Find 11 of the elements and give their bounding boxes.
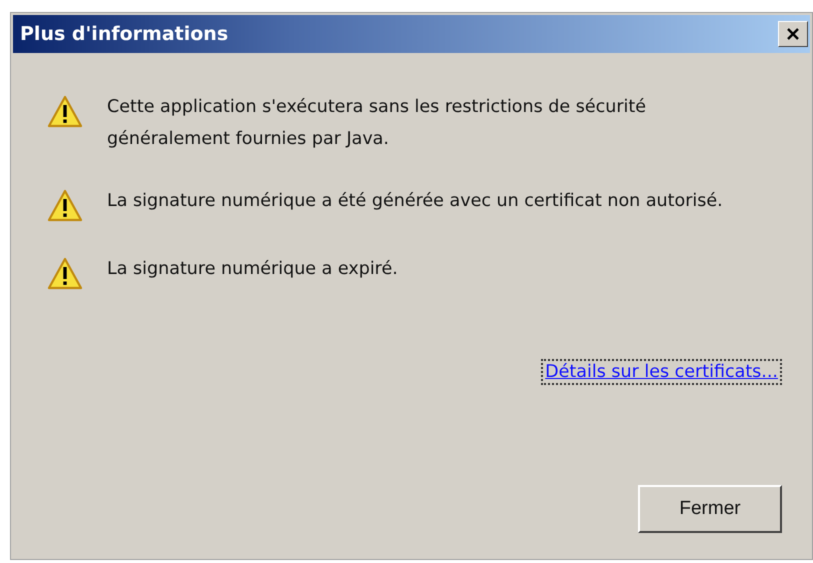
warning-icon [47,189,83,223]
close-icon [785,27,801,41]
message-text: La signature numérique a expiré. [107,258,398,281]
close-button[interactable] [778,21,808,47]
certificate-details-link[interactable]: Détails sur les certificats... [541,359,782,385]
warning-icon [47,257,83,291]
message-text: La signature numérique a été générée avec un certificat non autorisé. [107,190,723,213]
close-dialog-button[interactable]: Fermer [638,485,782,533]
window-title: Plus d'informations [20,23,228,45]
warning-icon [47,95,83,129]
message-text: Cette application s'exécutera sans les restrictions de sécurité généralement fournies par Java. [107,96,648,151]
